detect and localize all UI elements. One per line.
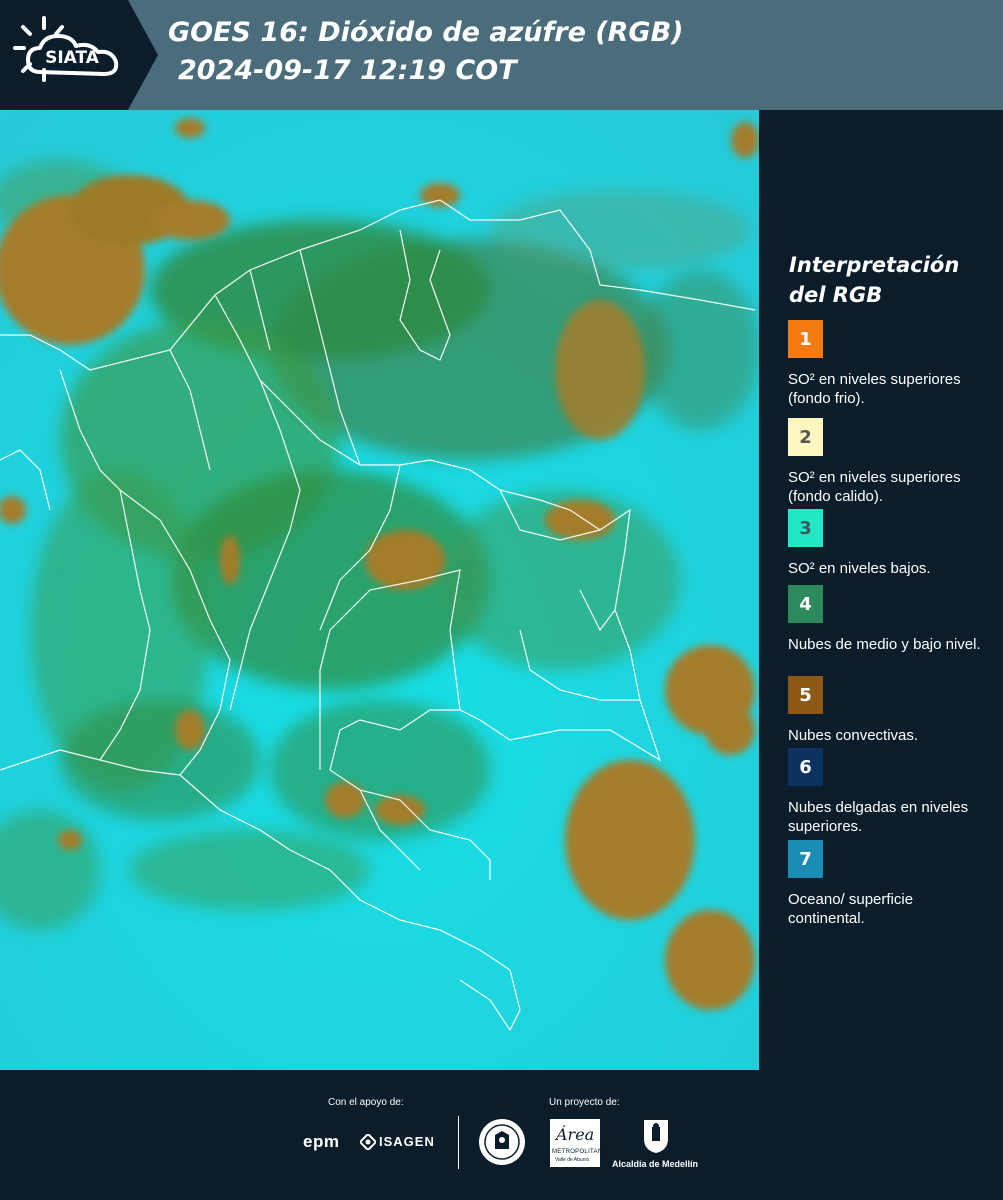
legend-item-4: 4 Nubes de medio y bajo nivel.	[788, 585, 993, 654]
alcaldia-name: Alcaldía de Medellín	[612, 1159, 699, 1169]
area-metropolitana-logo: Área METROPOLITANA Valle de Aburrá	[550, 1119, 606, 1167]
legend-label-6: Nubes delgadas en niveles superiores.	[788, 799, 969, 835]
project-caption: Un proyecto de:	[549, 1097, 620, 1108]
footer: Con el apoyo de: Un proyecto de: epm ISA…	[0, 1070, 1003, 1200]
legend-label-5: Nubes convectivas.	[788, 727, 919, 744]
area-metro-sub: METROPOLITANA	[552, 1149, 607, 1155]
title-line-2: 2024-09-17 12:19 COT	[178, 55, 517, 86]
medellin-seal-icon	[477, 1117, 527, 1167]
legend-title: Interpretación del RGB	[789, 253, 960, 307]
legend-swatch-4: 4	[788, 585, 823, 623]
legend-item-2: 2 SO² en niveles superiores (fondo calid…	[788, 418, 993, 506]
satellite-map	[0, 110, 760, 1070]
epm-logo: epm	[303, 1132, 340, 1151]
legend-label-2: SO² en niveles superiores (fondo calido)…	[788, 469, 961, 505]
legend-panel: Interpretación del RGB 1 SO² en niveles …	[760, 110, 1003, 1070]
legend-item-6: 6 Nubes delgadas en niveles superiores.	[788, 748, 993, 836]
isagen-logo: ISAGEN	[379, 1134, 435, 1149]
legend-label-7: Oceano/ superficie continental.	[788, 891, 914, 927]
alcaldia-shield-icon	[641, 1117, 671, 1155]
legend-item-1: 1 SO² en niveles superiores (fondo frio)…	[788, 320, 993, 408]
siata-logo: SIATA	[0, 0, 158, 110]
page-title: GOES 16: Dióxido de azúfre (RGB) 2024-09-…	[168, 14, 684, 90]
legend-swatch-3: 3	[788, 509, 823, 547]
legend-label-4: Nubes de medio y bajo nivel.	[788, 636, 981, 653]
support-caption: Con el apoyo de:	[328, 1097, 404, 1108]
legend-swatch-1: 1	[788, 320, 823, 358]
legend-swatch-2: 2	[788, 418, 823, 456]
area-metro-name: Área	[556, 1125, 595, 1144]
area-metro-sub2: Valle de Aburrá	[555, 1157, 589, 1163]
title-line-1: GOES 16: Dióxido de azúfre (RGB)	[168, 17, 684, 48]
legend-item-5: 5 Nubes convectivas.	[788, 676, 993, 745]
legend-swatch-6: 6	[788, 748, 823, 786]
legend-label-1: SO² en niveles superiores (fondo frio).	[788, 371, 961, 407]
header-bar: SIATA GOES 16: Dióxido de azúfre (RGB) 20…	[0, 0, 1003, 110]
legend-item-7: 7 Oceano/ superficie continental.	[788, 840, 993, 928]
legend-label-3: SO² en niveles bajos.	[788, 560, 931, 577]
siata-logo-text: SIATA	[45, 48, 100, 68]
isagen-icon	[358, 1132, 378, 1152]
legend-swatch-7: 7	[788, 840, 823, 878]
legend-item-3: 3 SO² en niveles bajos.	[788, 509, 993, 578]
footer-divider	[458, 1116, 459, 1169]
legend-swatch-5: 5	[788, 676, 823, 714]
